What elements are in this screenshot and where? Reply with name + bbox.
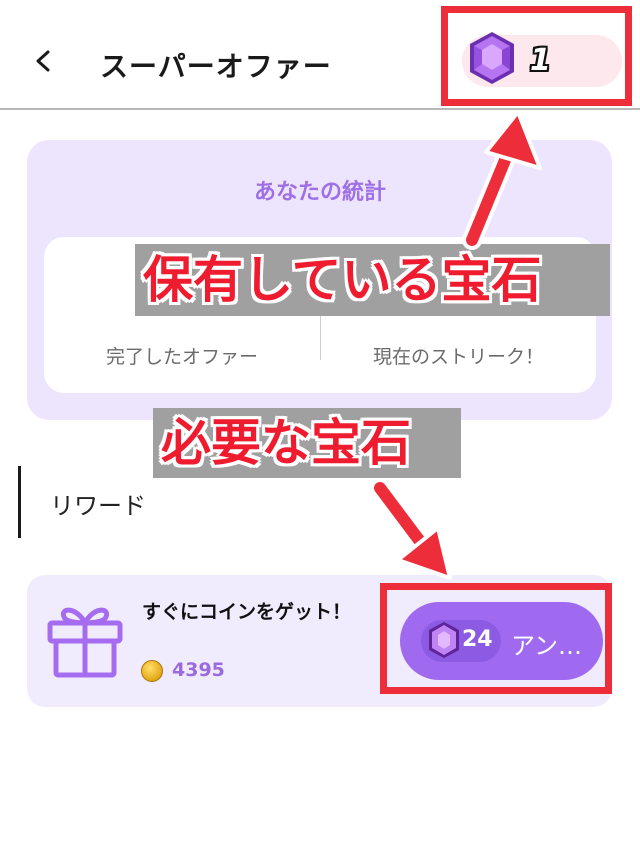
chevron-left-icon[interactable] (30, 40, 56, 82)
stat-label-current-streak: 現在のストリーク！ (372, 346, 544, 368)
annotation-owned-gems: 保有している宝石 (135, 244, 610, 316)
section-title: リワード (50, 492, 146, 520)
coin-amount: 4395 (172, 659, 225, 681)
section-bar (18, 466, 21, 538)
reward-name: すぐにコインをゲット！ (142, 601, 352, 623)
stats-title: あなたの統計 (253, 180, 386, 205)
coin-icon (141, 660, 163, 682)
page-title: スーパーオファー (100, 50, 332, 83)
gift-icon (47, 607, 123, 678)
stat-label-completed-offers: 完了したオファー (105, 346, 258, 368)
annotation-required-gems: 必要な宝石 (153, 408, 461, 478)
highlight-box-unlock-button (380, 583, 612, 694)
highlight-box-gem-balance (441, 6, 632, 106)
